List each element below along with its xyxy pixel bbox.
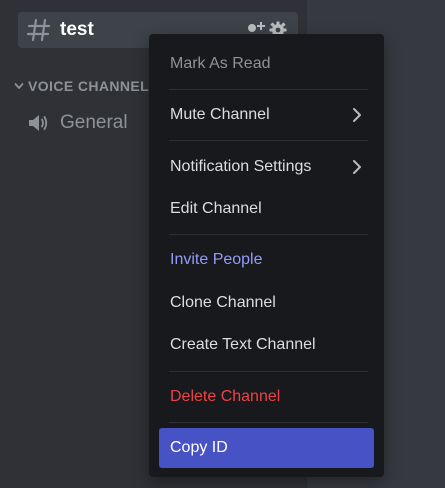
channel-name: test: [60, 19, 94, 40]
menu-separator: [169, 371, 368, 372]
menu-item-clone-channel[interactable]: Clone Channel: [159, 284, 374, 322]
menu-separator: [169, 89, 368, 90]
category-label: VOICE CHANNELS: [28, 78, 159, 94]
chevron-right-icon: [353, 108, 361, 122]
chevron-down-icon: [14, 83, 24, 89]
hash-icon: [26, 18, 51, 42]
channel-context-menu: Mark As Read Mute Channel Notification S…: [149, 34, 384, 477]
chevron-right-icon: [353, 160, 361, 174]
menu-item-create-text-channel[interactable]: Create Text Channel: [159, 326, 374, 364]
menu-separator: [169, 234, 368, 235]
category-voice-channels[interactable]: VOICE CHANNELS: [14, 76, 159, 96]
menu-item-edit-channel[interactable]: Edit Channel: [159, 190, 374, 228]
menu-item-invite-people[interactable]: Invite People: [159, 241, 374, 279]
discord-window: test VOICE CHANNELS General Mark As Read…: [0, 0, 445, 488]
channel-name: General: [60, 112, 128, 133]
menu-item-mark-as-read[interactable]: Mark As Read: [159, 45, 374, 83]
menu-item-copy-id[interactable]: Copy ID: [159, 428, 374, 468]
menu-item-notification-settings[interactable]: Notification Settings: [159, 148, 374, 186]
menu-item-delete-channel[interactable]: Delete Channel: [159, 378, 374, 416]
menu-item-mute-channel[interactable]: Mute Channel: [159, 96, 374, 134]
menu-separator: [169, 140, 368, 141]
speaker-icon: [29, 115, 48, 131]
menu-separator: [169, 422, 368, 423]
